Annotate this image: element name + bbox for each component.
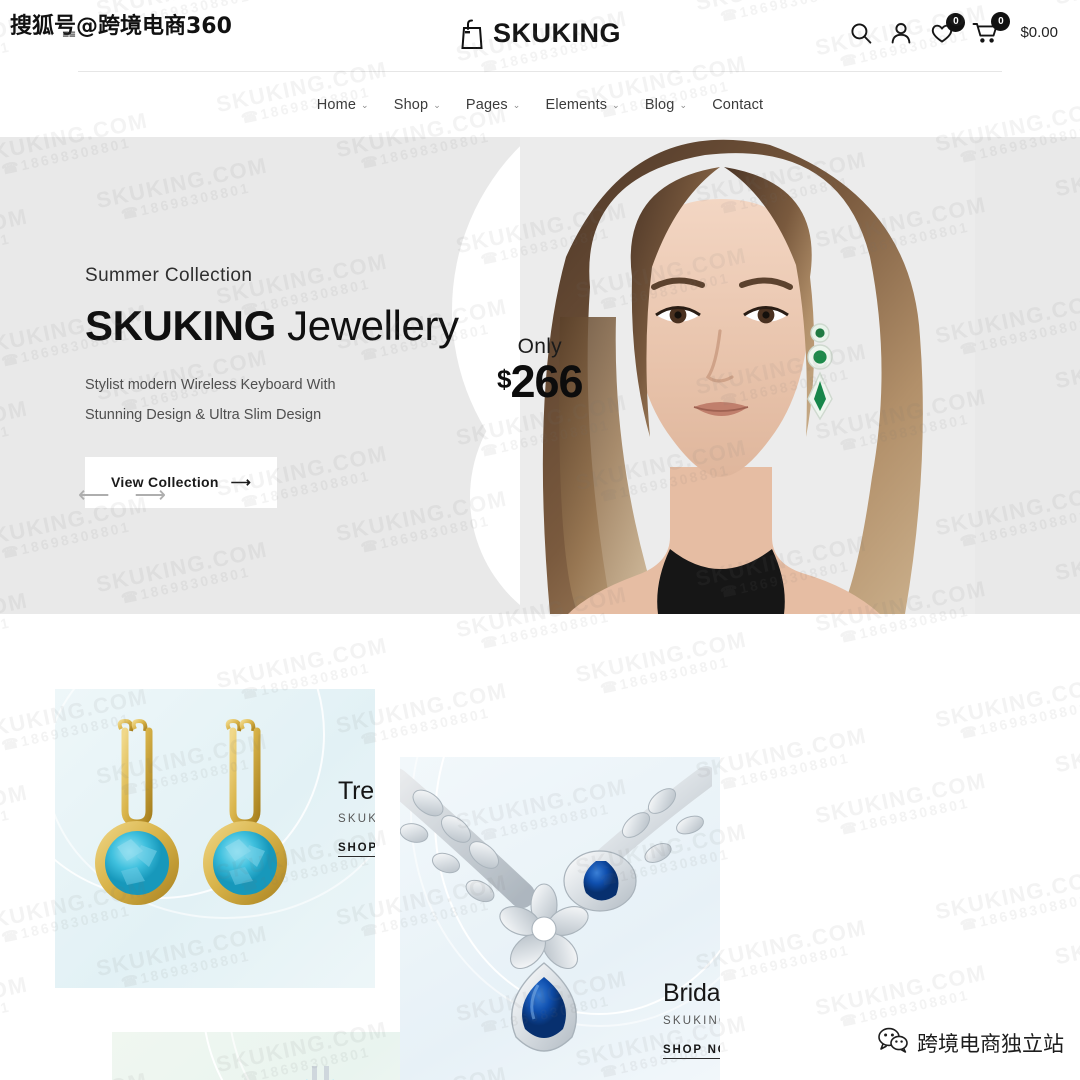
chevron-down-icon: ⌄ bbox=[512, 100, 521, 110]
page-root: SKUKING 0 0 $0.00 Home ⌄ Shop ⌄ Pages ⌄ … bbox=[0, 0, 1080, 1080]
hero-title-light: Jewellery bbox=[287, 302, 459, 349]
nav-item-pages[interactable]: Pages ⌄ bbox=[466, 97, 521, 113]
shop-now-link[interactable]: SHOP NOW bbox=[338, 842, 375, 857]
chevron-down-icon: ⌄ bbox=[612, 100, 620, 110]
nav-item-blog[interactable]: Blog ⌄ bbox=[645, 97, 687, 113]
watermark-sohu: 搜狐号@跨境电商360 ≡≡ bbox=[10, 8, 232, 40]
user-icon[interactable] bbox=[890, 22, 912, 44]
shopping-bag-icon bbox=[459, 19, 485, 49]
promo-section: Trendy Ear Ring SKUKING.COM SHOP NOW bbox=[0, 689, 1080, 1080]
hero-model-photo bbox=[520, 137, 975, 614]
promo-caption-earring: Trendy Ear Ring SKUKING.COM SHOP NOW bbox=[338, 777, 375, 857]
slider-next-arrow-icon[interactable]: ⟶ bbox=[135, 482, 167, 508]
wishlist-count-badge: 0 bbox=[946, 12, 966, 32]
site-logo[interactable]: SKUKING bbox=[459, 18, 621, 49]
watermark-sohu-text: 搜狐号@跨境电商360 bbox=[10, 14, 232, 39]
nav-item-shop[interactable]: Shop ⌄ bbox=[394, 97, 441, 113]
cart-count-badge: 0 bbox=[991, 12, 1011, 31]
nav-label: Pages bbox=[465, 96, 508, 113]
cart-icon[interactable]: 0 bbox=[972, 12, 1011, 44]
price-value: 266 bbox=[510, 356, 583, 407]
shop-now-link[interactable]: SHOP NOW bbox=[663, 1044, 720, 1059]
nav-label: Contact bbox=[712, 96, 764, 113]
chevron-down-icon: ⌄ bbox=[361, 100, 369, 110]
price-value-group: $ 266 bbox=[497, 356, 584, 408]
arrow-right-icon: ⟶ bbox=[230, 473, 252, 490]
hero-subtitle-line1: Stylist modern Wireless Keyboard With bbox=[85, 377, 336, 394]
promo-title: Trendy Ear Ring bbox=[338, 777, 375, 805]
hero-slider: Summer Collection SKUKING Jewellery Styl… bbox=[0, 137, 1080, 614]
promo-caption-necklace: Bridal Necklase SKUKING.COM SHOP NOW bbox=[663, 979, 720, 1059]
hero-subtitle-line2: Stunning Design & Ultra Slim Design bbox=[85, 406, 322, 423]
slider-prev-arrow-icon[interactable]: ⟵ bbox=[78, 482, 110, 508]
earring-product-image bbox=[95, 719, 287, 905]
promo-card-necklace[interactable]: Bridal Necklase SKUKING.COM SHOP NOW bbox=[400, 757, 720, 1080]
hero-price-badge: Only $ 266 bbox=[497, 335, 584, 408]
nav-list: Home ⌄ Shop ⌄ Pages ⌄ Elements ⌄ Blog ⌄ … bbox=[317, 97, 763, 113]
nav-item-home[interactable]: Home ⌄ bbox=[317, 97, 369, 113]
watermark-sohu-mini: ≡≡ bbox=[62, 30, 76, 40]
promo-subtitle: SKUKING.COM bbox=[338, 813, 375, 825]
nav-label: Elements bbox=[545, 96, 608, 113]
nav-label: Blog bbox=[644, 96, 675, 113]
hero-title: SKUKING Jewellery bbox=[85, 302, 459, 349]
cart-total-amount: $0.00 bbox=[1020, 24, 1058, 41]
hero-copy: Summer Collection SKUKING Jewellery Styl… bbox=[85, 265, 459, 508]
wishlist-icon[interactable]: 0 bbox=[930, 12, 966, 44]
hero-subtitle: Stylist modern Wireless Keyboard With St… bbox=[85, 371, 385, 430]
chevron-down-icon: ⌄ bbox=[679, 100, 688, 110]
chevron-down-icon: ⌄ bbox=[433, 100, 441, 110]
slider-controls: ⟵ ⟶ bbox=[78, 482, 166, 508]
main-navigation: Home ⌄ Shop ⌄ Pages ⌄ Elements ⌄ Blog ⌄ … bbox=[0, 72, 1080, 137]
header-icon-group: 0 0 $0.00 bbox=[850, 12, 1058, 44]
watermark-wechat-text: 跨境电商独立站 bbox=[917, 1031, 1064, 1056]
promo-title: Bridal Necklase bbox=[663, 979, 720, 1007]
nav-item-contact[interactable]: Contact bbox=[712, 97, 763, 113]
header-divider bbox=[78, 71, 1002, 72]
promo-row: Trendy Ear Ring SKUKING.COM SHOP NOW bbox=[55, 689, 1025, 1080]
promo-card-earring[interactable]: Trendy Ear Ring SKUKING.COM SHOP NOW bbox=[55, 689, 375, 988]
nav-item-elements[interactable]: Elements ⌄ bbox=[546, 97, 620, 113]
logo-text: SKUKING bbox=[492, 18, 622, 48]
price-currency: $ bbox=[497, 364, 512, 394]
promo-subtitle: SKUKING.COM bbox=[663, 1015, 720, 1027]
watermark-wechat: 跨境电商独立站 bbox=[878, 1027, 1064, 1058]
hero-eyebrow: Summer Collection bbox=[85, 265, 253, 286]
hero-title-bold: SKUKING bbox=[85, 302, 276, 349]
wechat-logo-icon bbox=[878, 1027, 908, 1058]
search-icon[interactable] bbox=[850, 22, 872, 44]
nav-label: Shop bbox=[393, 96, 429, 113]
nav-label: Home bbox=[316, 96, 357, 113]
